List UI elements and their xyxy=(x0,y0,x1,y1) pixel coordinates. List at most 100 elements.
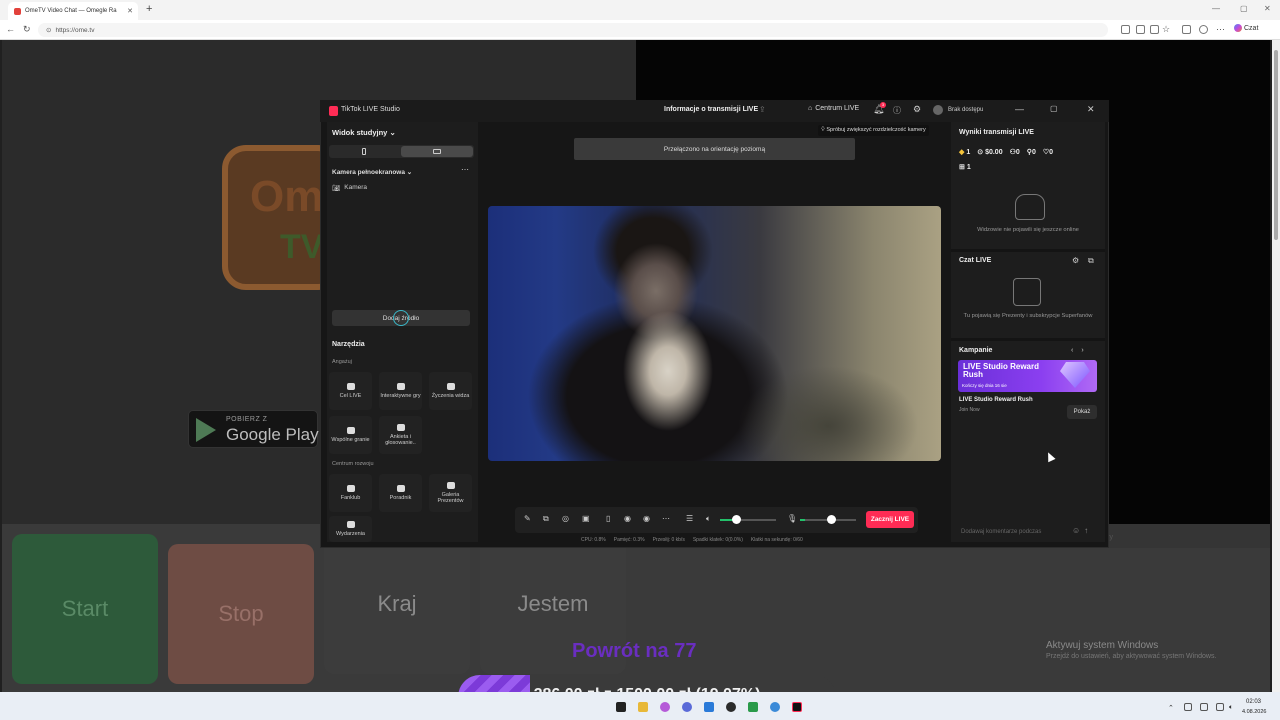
gift-icon: ⊞ xyxy=(959,164,965,171)
studio-minimize-button[interactable]: — xyxy=(1015,104,1024,114)
taskbar-app-icon[interactable] xyxy=(660,702,670,712)
window-minimize-button[interactable]: — xyxy=(1212,4,1220,13)
panel-divider xyxy=(951,249,1105,252)
effects-icon[interactable]: ◎ xyxy=(562,514,569,523)
view-mode-dropdown[interactable]: Widok studyjny ⌄ xyxy=(332,128,396,137)
google-play-icon xyxy=(196,418,216,442)
tool-label: Poradnik xyxy=(389,494,412,501)
scene-more-icon[interactable]: ⋯ xyxy=(461,165,469,174)
tool-fanclub[interactable]: Fanklub xyxy=(329,474,372,512)
tray-chevron-icon[interactable]: ⌃ xyxy=(1168,704,1174,712)
portrait-orientation-button[interactable] xyxy=(330,146,400,157)
site-info-icon[interactable]: ⊙ xyxy=(46,26,51,34)
volume-icon[interactable]: 🔈︎ xyxy=(1229,704,1233,712)
layers-icon[interactable]: ⧉ xyxy=(543,514,549,524)
reader-icon[interactable] xyxy=(1136,25,1145,34)
emoji-icon[interactable]: ☺ xyxy=(1072,526,1084,535)
show-campaign-button[interactable]: Pokaż xyxy=(1067,405,1097,419)
taskbar-app-icon[interactable] xyxy=(770,702,780,712)
speaker-icon[interactable]: 🔈︎ xyxy=(706,514,711,524)
discord-icon[interactable] xyxy=(682,702,692,712)
gallery-icon xyxy=(446,481,455,489)
tool-poll[interactable]: Ankieta i głosowanie.. xyxy=(379,416,422,454)
chat-popout-icon[interactable]: ⧉ xyxy=(1088,256,1094,266)
microphone-icon[interactable]: 🎙︎ xyxy=(787,514,797,523)
stream-controls-bar xyxy=(515,507,918,533)
spotify-icon[interactable] xyxy=(748,702,758,712)
scrollbar-thumb[interactable] xyxy=(1274,50,1278,240)
read-aloud-icon[interactable] xyxy=(1150,25,1159,34)
screen-share-icon[interactable]: ▣ xyxy=(582,514,590,523)
favorite-star-icon[interactable]: ☆ xyxy=(1162,24,1170,35)
tab-close-icon[interactable]: ✕ xyxy=(127,7,133,15)
address-bar[interactable]: ⊙ https://ome.tv xyxy=(38,23,1108,37)
campaign-nav-arrows[interactable]: ‹› xyxy=(1071,347,1092,354)
obs-icon[interactable] xyxy=(726,702,736,712)
help-icon[interactable]: ⓘ xyxy=(893,105,901,116)
tool-live-goal[interactable]: Cel LIVE xyxy=(329,372,372,410)
more-tools-icon[interactable]: ⋯ xyxy=(662,514,670,523)
send-icon[interactable]: ↑ xyxy=(1084,526,1092,535)
start-button[interactable]: Start xyxy=(12,534,158,684)
scene-dropdown[interactable]: Kamera pełnoekranowa ⌄ xyxy=(332,168,412,176)
google-play-text: Google Play xyxy=(226,425,319,444)
edge-icon[interactable] xyxy=(704,702,714,712)
browser-tab-bar xyxy=(0,0,1280,20)
taskbar-date[interactable]: 4.08.2026 xyxy=(1242,709,1266,715)
new-tab-button[interactable]: + xyxy=(146,3,152,15)
volume-slider-knob[interactable] xyxy=(731,515,741,524)
share-icon[interactable]: ⇪ xyxy=(759,105,766,114)
studio-maximize-button[interactable]: ▢ xyxy=(1050,104,1058,113)
network-icon[interactable] xyxy=(1216,703,1224,711)
source-item-camera[interactable]: 📷︎ Kamera xyxy=(332,184,367,192)
gamepad-icon xyxy=(396,382,405,390)
country-button[interactable]: Kraj xyxy=(324,534,470,674)
collections-icon[interactable] xyxy=(1182,25,1191,34)
mic-slider-knob[interactable] xyxy=(826,515,836,524)
diamond-count: 1 xyxy=(966,149,971,156)
likes-count: 0 xyxy=(1049,149,1054,156)
reload-icon[interactable]: ↻ xyxy=(23,24,31,35)
copilot-chat-button[interactable]: Czat xyxy=(1234,24,1258,32)
user-access-label[interactable]: Brak dostępu xyxy=(948,107,983,113)
magic-wand-icon[interactable]: ✎ xyxy=(524,514,531,523)
audio-mixer-icon[interactable]: ☰ xyxy=(686,514,693,523)
taskbar-time[interactable]: 02:03 xyxy=(1246,699,1261,705)
tool-guide[interactable]: Poradnik xyxy=(379,474,422,512)
tray-app-icon[interactable] xyxy=(1184,703,1192,711)
apps-icon[interactable] xyxy=(1121,25,1130,34)
url-text: https://ome.tv xyxy=(55,26,95,34)
empty-viewers-icon xyxy=(1015,194,1045,220)
landscape-orientation-button[interactable] xyxy=(401,146,473,157)
taskbar-app-icon[interactable] xyxy=(616,702,626,712)
tool-interactive-games[interactable]: Interaktywne gry xyxy=(379,372,422,410)
gear-icon[interactable]: ⚙ xyxy=(913,104,921,115)
replay-icon[interactable]: ◉ xyxy=(643,514,650,523)
profile-avatar[interactable] xyxy=(1199,25,1208,34)
tool-label: Galeria Prezentów xyxy=(437,491,464,504)
tool-co-play[interactable]: Wspólne granie xyxy=(329,416,372,454)
camera-preview[interactable] xyxy=(488,206,941,461)
window-close-button[interactable]: ✕ xyxy=(1264,4,1271,13)
tray-app-icon[interactable] xyxy=(1200,703,1208,711)
centrum-live-button[interactable]: ⌂ Centrum LIVE xyxy=(808,105,859,112)
chat-settings-icon[interactable]: ⚙ xyxy=(1072,256,1079,265)
avatar[interactable] xyxy=(933,105,943,115)
tool-gift-gallery[interactable]: Galeria Prezentów xyxy=(429,474,472,512)
file-explorer-icon[interactable] xyxy=(638,702,648,712)
tool-events[interactable]: Wydarzenia xyxy=(329,516,372,542)
stream-info-title[interactable]: Informacje o transmisji LIVE xyxy=(664,106,758,113)
source-camera-label: Kamera xyxy=(344,184,368,191)
portrait-icon[interactable]: ▯ xyxy=(606,514,610,523)
scene-label: Kamera pełnoekranowa xyxy=(332,169,405,176)
back-icon[interactable]: ← xyxy=(6,24,15,34)
record-icon[interactable]: ◉ xyxy=(624,514,631,523)
studio-close-button[interactable]: ✕ xyxy=(1087,104,1095,115)
window-maximize-button[interactable]: ▢ xyxy=(1240,4,1248,13)
go-live-button[interactable]: Zacznij LIVE xyxy=(866,511,914,528)
tiktok-studio-taskbar-icon[interactable] xyxy=(792,702,802,712)
more-menu-icon[interactable]: ⋯ xyxy=(1216,24,1225,35)
browser-tab[interactable]: OmeTV Video Chat — Omegle Ra ✕ xyxy=(8,2,138,20)
stop-button[interactable]: Stop xyxy=(168,544,314,684)
tool-viewer-wishes[interactable]: Życzenia widza xyxy=(429,372,472,410)
